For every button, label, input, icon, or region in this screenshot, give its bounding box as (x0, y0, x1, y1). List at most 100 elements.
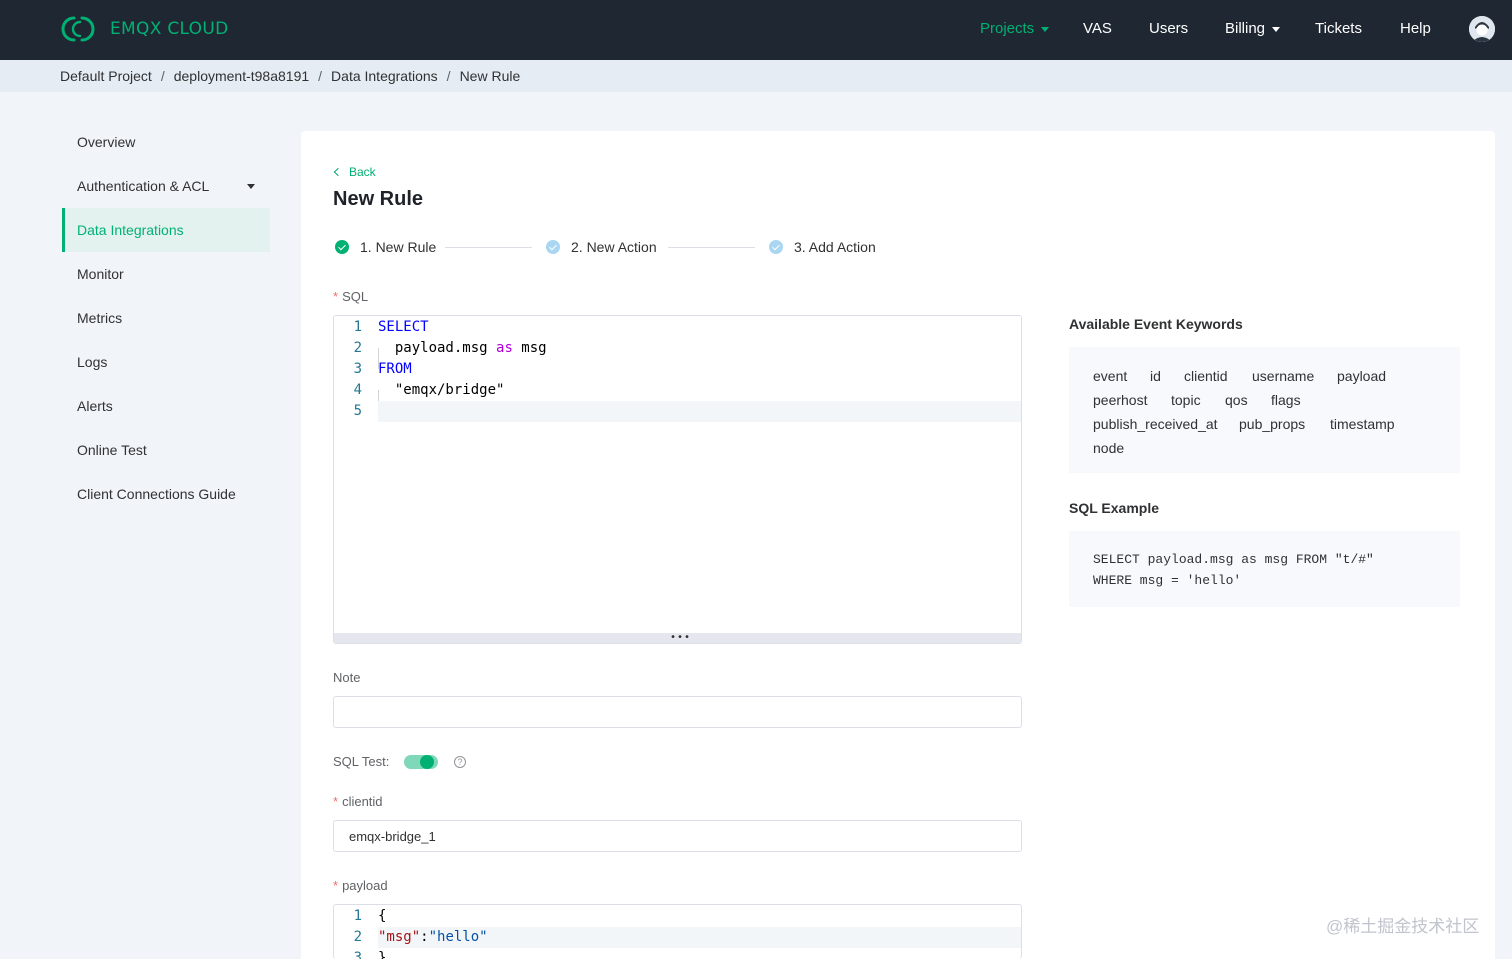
sql-test-label: SQL Test: (333, 754, 390, 769)
sidebar-item-monitor[interactable]: Monitor (62, 252, 270, 296)
code-token: : (420, 929, 429, 945)
breadcrumb-separator: / (160, 68, 165, 84)
brand-logo[interactable]: EMQX CLOUD (60, 14, 229, 44)
code-token: SELECT (378, 319, 429, 335)
sidebar-item-alerts[interactable]: Alerts (62, 384, 270, 428)
clientid-field-label: * clientid (333, 794, 383, 809)
page-title: New Rule (333, 188, 424, 210)
code-text: "msg":"hello" (378, 927, 488, 948)
code-token: payload.msg (378, 340, 497, 356)
chevron-down-icon (1041, 26, 1050, 32)
nav-vas-label: VAS (1083, 19, 1112, 37)
code-text: payload.msg as msg (378, 338, 547, 359)
breadcrumb-data-integrations[interactable]: Data Integrations (331, 68, 438, 84)
nav-billing[interactable]: Billing (1225, 18, 1281, 38)
sidebar-item-data-integrations[interactable]: Data Integrations (62, 208, 270, 252)
code-line: 5 (334, 401, 1021, 422)
keyword: flags (1271, 392, 1301, 408)
nav-users[interactable]: Users (1149, 18, 1188, 38)
step-add-action: 3. Add Action (769, 239, 876, 255)
switch-knob (420, 755, 434, 769)
chevron-down-icon (247, 184, 255, 189)
code-text: { (378, 906, 386, 927)
sidebar-item-online-test[interactable]: Online Test (62, 428, 270, 472)
code-line: 2 "msg":"hello" (334, 927, 1021, 948)
nav-vas[interactable]: VAS (1083, 18, 1112, 38)
breadcrumb-bar: Default Project / deployment-t98a8191 / … (0, 60, 1512, 92)
sidebar-item-authentication[interactable]: Authentication & ACL (62, 164, 270, 208)
sql-label-text: SQL (342, 289, 369, 304)
required-marker: * (333, 878, 339, 893)
chevron-down-icon (1272, 26, 1281, 32)
code-token: } (378, 950, 387, 959)
breadcrumb-current: New Rule (459, 68, 521, 84)
back-link[interactable]: Back (333, 165, 376, 179)
emqx-logo-icon (61, 16, 95, 42)
nav-users-label: Users (1149, 19, 1189, 37)
breadcrumb: Default Project / deployment-t98a8191 / … (60, 68, 520, 84)
brand-name: EMQX CLOUD (110, 19, 229, 39)
step-label: 2. New Action (571, 239, 657, 255)
code-token: FROM (378, 361, 412, 377)
code-token: as (496, 340, 513, 356)
sql-example-title: SQL Example (1069, 500, 1160, 516)
check-circle-icon (546, 240, 560, 254)
line-number: 4 (353, 382, 362, 398)
note-input[interactable] (333, 696, 1022, 728)
nav-tickets-label: Tickets (1315, 19, 1362, 37)
keyword: node (1093, 440, 1125, 456)
code-line: 3 FROM (334, 359, 1021, 380)
sidebar-item-label: Overview (77, 134, 136, 150)
note-field-label: Note (333, 670, 361, 685)
keyword: event (1093, 368, 1128, 384)
line-number: 1 (353, 908, 362, 924)
line-number: 5 (353, 403, 362, 419)
question-circle-icon[interactable]: ? (454, 756, 466, 768)
breadcrumb-default-project[interactable]: Default Project (60, 68, 152, 84)
keyword: topic (1171, 392, 1201, 408)
clientid-label-text: clientid (342, 794, 383, 809)
check-circle-icon (769, 240, 783, 254)
sidebar-item-label: Metrics (77, 310, 123, 326)
code-line: 4 "emqx/bridge" (334, 380, 1021, 401)
sidebar-item-metrics[interactable]: Metrics (62, 296, 270, 340)
sql-editor[interactable]: 1 SELECT 2 payload.msg as msg 3 FROM 4 "em… (333, 315, 1022, 644)
sql-field-label: * SQL (333, 289, 368, 304)
nav-help[interactable]: Help (1400, 18, 1431, 38)
nav-projects[interactable]: Projects (980, 18, 1050, 38)
avatar-graphic (1469, 16, 1495, 42)
nav-help-label: Help (1400, 19, 1431, 37)
back-label: Back (349, 165, 376, 179)
code-token: "hello" (428, 929, 488, 945)
code-token: { (378, 908, 387, 924)
sidebar-item-label: Client Connections Guide (77, 486, 236, 502)
code-line: 1 SELECT (334, 317, 1021, 338)
keyword: publish_received_at (1093, 416, 1218, 432)
keywords-box: event id clientid username payload peerh… (1069, 347, 1460, 473)
nav-tickets[interactable]: Tickets (1315, 18, 1362, 38)
step-connector (445, 247, 532, 248)
required-marker: * (333, 794, 339, 809)
sidebar-item-client-connections-guide[interactable]: Client Connections Guide (62, 472, 270, 516)
step-connector (668, 247, 755, 248)
editor-resize-handle[interactable]: ••• (334, 633, 1021, 643)
watermark: @稀土掘金技术社区 (1326, 917, 1480, 936)
code-token: "emqx/bridge" (378, 382, 505, 398)
user-avatar-icon[interactable] (1469, 16, 1495, 42)
breadcrumb-deployment[interactable]: deployment-t98a8191 (174, 68, 309, 84)
sidebar-item-label: Logs (77, 354, 108, 370)
sidebar-item-logs[interactable]: Logs (62, 340, 270, 384)
drag-dots-icon: ••• (670, 632, 692, 643)
payload-editor[interactable]: 1 { 2 "msg":"hello" 3} (333, 904, 1022, 959)
sidebar-item-overview[interactable]: Overview (62, 120, 270, 164)
clientid-input[interactable]: emqx-bridge_1 (333, 820, 1022, 852)
code-text: SELECT (378, 317, 429, 338)
top-navigation-bar: EMQX CLOUD Projects VAS Users Billing Ti… (0, 0, 1512, 60)
keyword: payload (1337, 368, 1387, 384)
sidebar-item-label: Data Integrations (77, 222, 184, 238)
step-new-action: 2. New Action (546, 239, 657, 255)
code-token: "msg" (378, 929, 421, 945)
keyword: username (1252, 368, 1315, 384)
code-line: 3} (334, 948, 1021, 959)
keyword: peerhost (1093, 392, 1148, 408)
